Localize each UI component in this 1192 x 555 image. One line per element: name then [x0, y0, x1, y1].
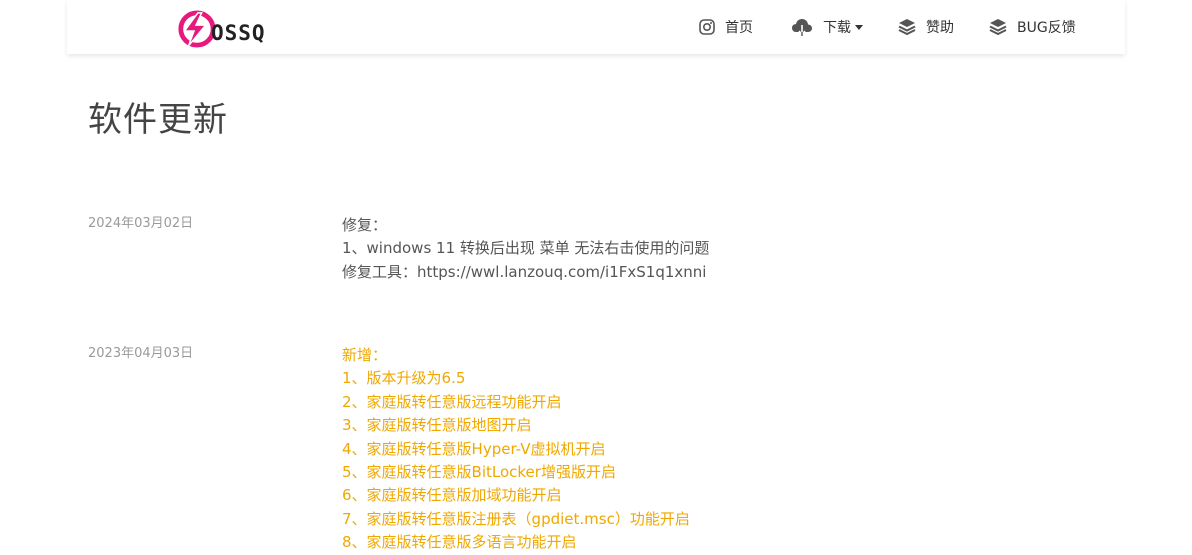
layers-icon — [989, 19, 1007, 36]
page-title: 软件更新 — [88, 100, 228, 140]
nav-download-label: 下载 — [823, 20, 851, 36]
entry-lines: 新增： 1、版本升级为6.5 2、家庭版转任意版远程功能开启 3、家庭版转任意版… — [342, 344, 690, 555]
nav-bug-feedback[interactable]: BUG反馈 — [989, 0, 1076, 54]
entry-line: 3、家庭版转任意版地图开启 — [342, 416, 532, 435]
entry-line-link[interactable]: 修复工具：https://wwl.lanzouq.com/i1FxS1q1xnn… — [342, 261, 709, 284]
entry-line: 2、家庭版转任意版远程功能开启 — [342, 392, 562, 411]
entry-line: 1、版本升级为6.5 — [342, 369, 466, 388]
entry-lines: 修复： 1、windows 11 转换后出现 菜单 无法右击使用的问题 修复工具… — [342, 214, 709, 284]
layers-icon — [898, 19, 916, 36]
entry-line: 修复： — [342, 216, 388, 234]
entry-date: 2024年03月02日 — [88, 216, 194, 231]
chevron-down-icon — [855, 25, 863, 30]
entry-line: 4、家庭版转任意版Hyper-V虚拟机开启 — [342, 439, 606, 458]
logo-text: OSSQ — [211, 21, 266, 45]
top-navbar: OSSQ 首页 下载 赞助 BUG反馈 — [67, 0, 1125, 54]
logo-lightning-icon — [178, 10, 215, 48]
nav-donate[interactable]: 赞助 — [898, 0, 954, 54]
entry-date: 2023年04月03日 — [88, 346, 194, 361]
nav-home-label: 首页 — [725, 20, 753, 36]
entry-line: 1、windows 11 转换后出现 菜单 无法右击使用的问题 — [342, 239, 710, 258]
entry-line: 6、家庭版转任意版加域功能开启 — [342, 486, 562, 505]
entry-line: 7、家庭版转任意版注册表（gpdiet.msc）功能开启 — [342, 509, 690, 528]
nav-bug-label: BUG反馈 — [1017, 20, 1076, 36]
nav-download-dropdown[interactable]: 下载 — [791, 0, 863, 54]
nav-home[interactable]: 首页 — [699, 0, 753, 54]
entry-line: 新增： — [342, 346, 388, 364]
instagram-icon — [699, 19, 715, 35]
site-logo[interactable]: OSSQ — [177, 9, 266, 49]
cloud-download-icon — [792, 19, 812, 36]
entry-line: 5、家庭版转任意版BitLocker增强版开启 — [342, 463, 616, 482]
nav-donate-label: 赞助 — [926, 20, 954, 36]
entry-line: 8、家庭版转任意版多语言功能开启 — [342, 533, 577, 552]
